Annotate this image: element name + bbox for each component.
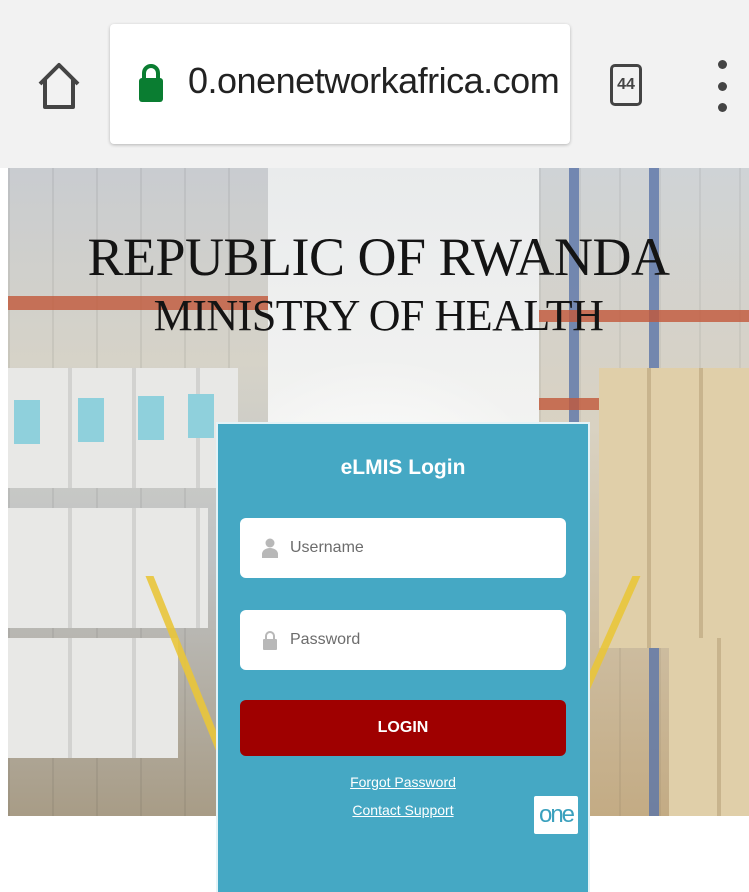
lock-icon [263,631,277,650]
page-subtitle: MINISTRY OF HEALTH [153,291,604,340]
username-input[interactable] [290,534,550,562]
home-icon [38,63,80,109]
user-icon [262,538,278,558]
menu-dot [717,60,727,69]
address-bar[interactable]: 0.onenetworkafrica.com [110,24,570,144]
box-label [78,398,104,442]
page-title: REPUBLIC OF RWANDA [87,227,670,287]
browser-toolbar: 0.onenetworkafrica.com 44 [0,0,749,168]
box-stack [8,638,178,758]
password-input[interactable] [290,626,550,654]
box-stack [669,638,749,816]
username-field[interactable] [240,518,566,578]
tab-switcher-button[interactable]: 44 [610,64,642,106]
box-label [14,400,40,444]
box-stack [8,508,208,628]
menu-dot [717,81,727,91]
more-vert-icon[interactable] [712,60,732,112]
box-label [188,394,214,438]
login-panel: eLMIS Login LOGIN Forgot Password Contac… [216,422,590,892]
tab-count: 44 [617,76,635,93]
url-text[interactable]: 0.onenetworkafrica.com [188,60,560,102]
menu-dot [717,103,727,112]
login-button[interactable]: LOGIN [240,700,566,756]
contact-support-link[interactable]: Contact Support [218,802,588,818]
box-label [138,396,164,440]
one-network-logo: one [534,796,578,834]
login-title: eLMIS Login [340,456,466,479]
lock-icon [139,64,163,102]
password-field[interactable] [240,610,566,670]
forgot-password-link[interactable]: Forgot Password [218,774,588,790]
home-button[interactable] [36,60,82,112]
